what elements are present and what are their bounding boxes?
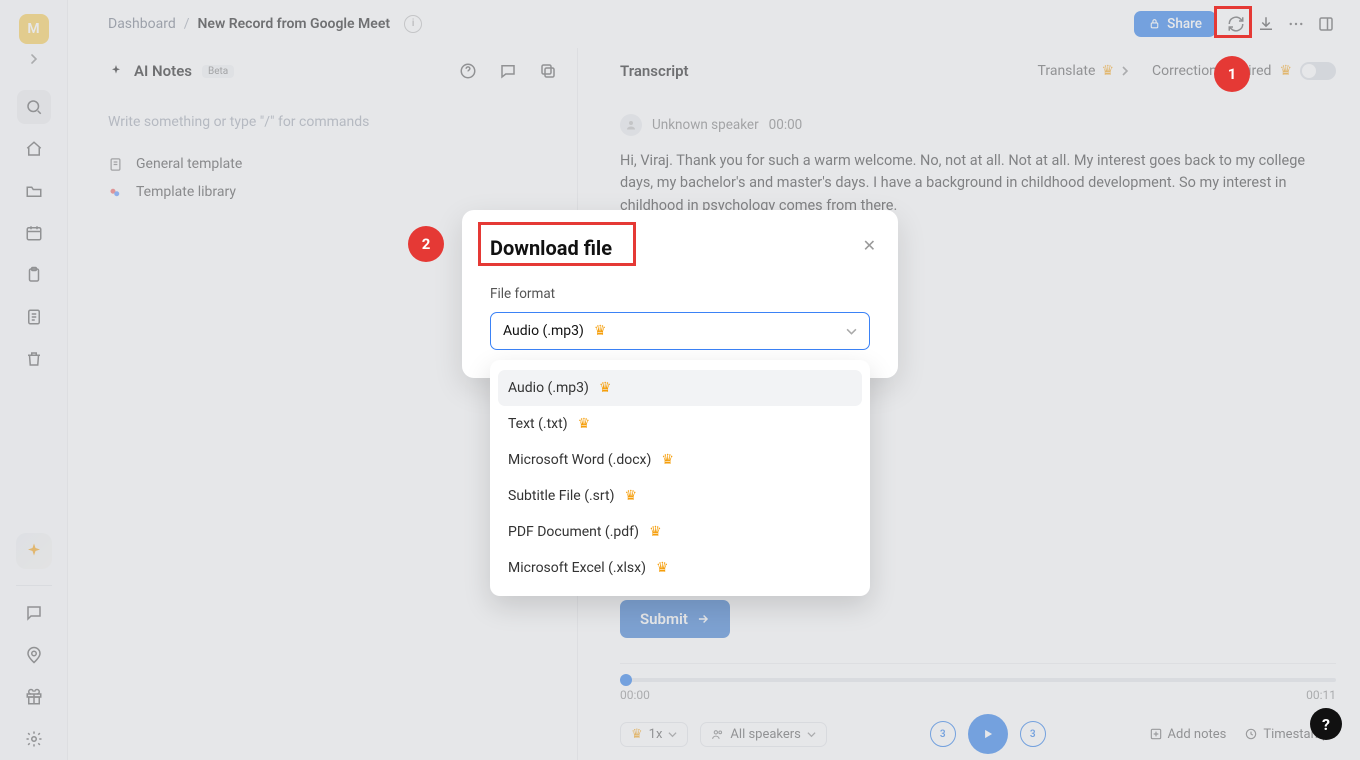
annotation-callout-1: 1	[1214, 56, 1250, 92]
file-format-label: File format	[490, 286, 870, 302]
dropdown-item-label: Microsoft Excel (.xlsx)	[508, 560, 646, 576]
dropdown-item-xlsx[interactable]: Microsoft Excel (.xlsx) ♛	[490, 550, 870, 586]
download-modal: Download file ✕ File format Audio (.mp3)…	[462, 210, 898, 378]
dropdown-item-label: PDF Document (.pdf)	[508, 524, 639, 540]
dropdown-item-docx[interactable]: Microsoft Word (.docx) ♛	[490, 442, 870, 478]
crown-icon: ♛	[578, 416, 591, 432]
dropdown-item-mp3[interactable]: Audio (.mp3) ♛	[498, 370, 862, 406]
file-format-select[interactable]: Audio (.mp3) ♛	[490, 312, 870, 350]
dropdown-item-pdf[interactable]: PDF Document (.pdf) ♛	[490, 514, 870, 550]
chevron-down-icon	[846, 326, 857, 337]
modal-title: Download file	[490, 236, 870, 260]
crown-icon: ♛	[599, 380, 612, 396]
annotation-callout-2: 2	[408, 226, 444, 262]
file-format-dropdown: Audio (.mp3) ♛ Text (.txt) ♛ Microsoft Wor…	[490, 360, 870, 596]
dropdown-item-label: Microsoft Word (.docx)	[508, 452, 651, 468]
dropdown-item-label: Text (.txt)	[508, 416, 568, 432]
crown-icon: ♛	[661, 452, 674, 468]
dropdown-item-srt[interactable]: Subtitle File (.srt) ♛	[490, 478, 870, 514]
help-fab[interactable]: ?	[1310, 708, 1342, 740]
modal-close-button[interactable]: ✕	[863, 236, 876, 255]
dropdown-item-label: Subtitle File (.srt)	[508, 488, 614, 504]
crown-icon: ♛	[624, 488, 637, 504]
dropdown-item-txt[interactable]: Text (.txt) ♛	[490, 406, 870, 442]
dropdown-item-label: Audio (.mp3)	[508, 380, 589, 396]
crown-icon: ♛	[649, 524, 662, 540]
crown-icon: ♛	[594, 323, 607, 339]
file-format-value: Audio (.mp3)	[503, 323, 584, 339]
crown-icon: ♛	[656, 560, 669, 576]
